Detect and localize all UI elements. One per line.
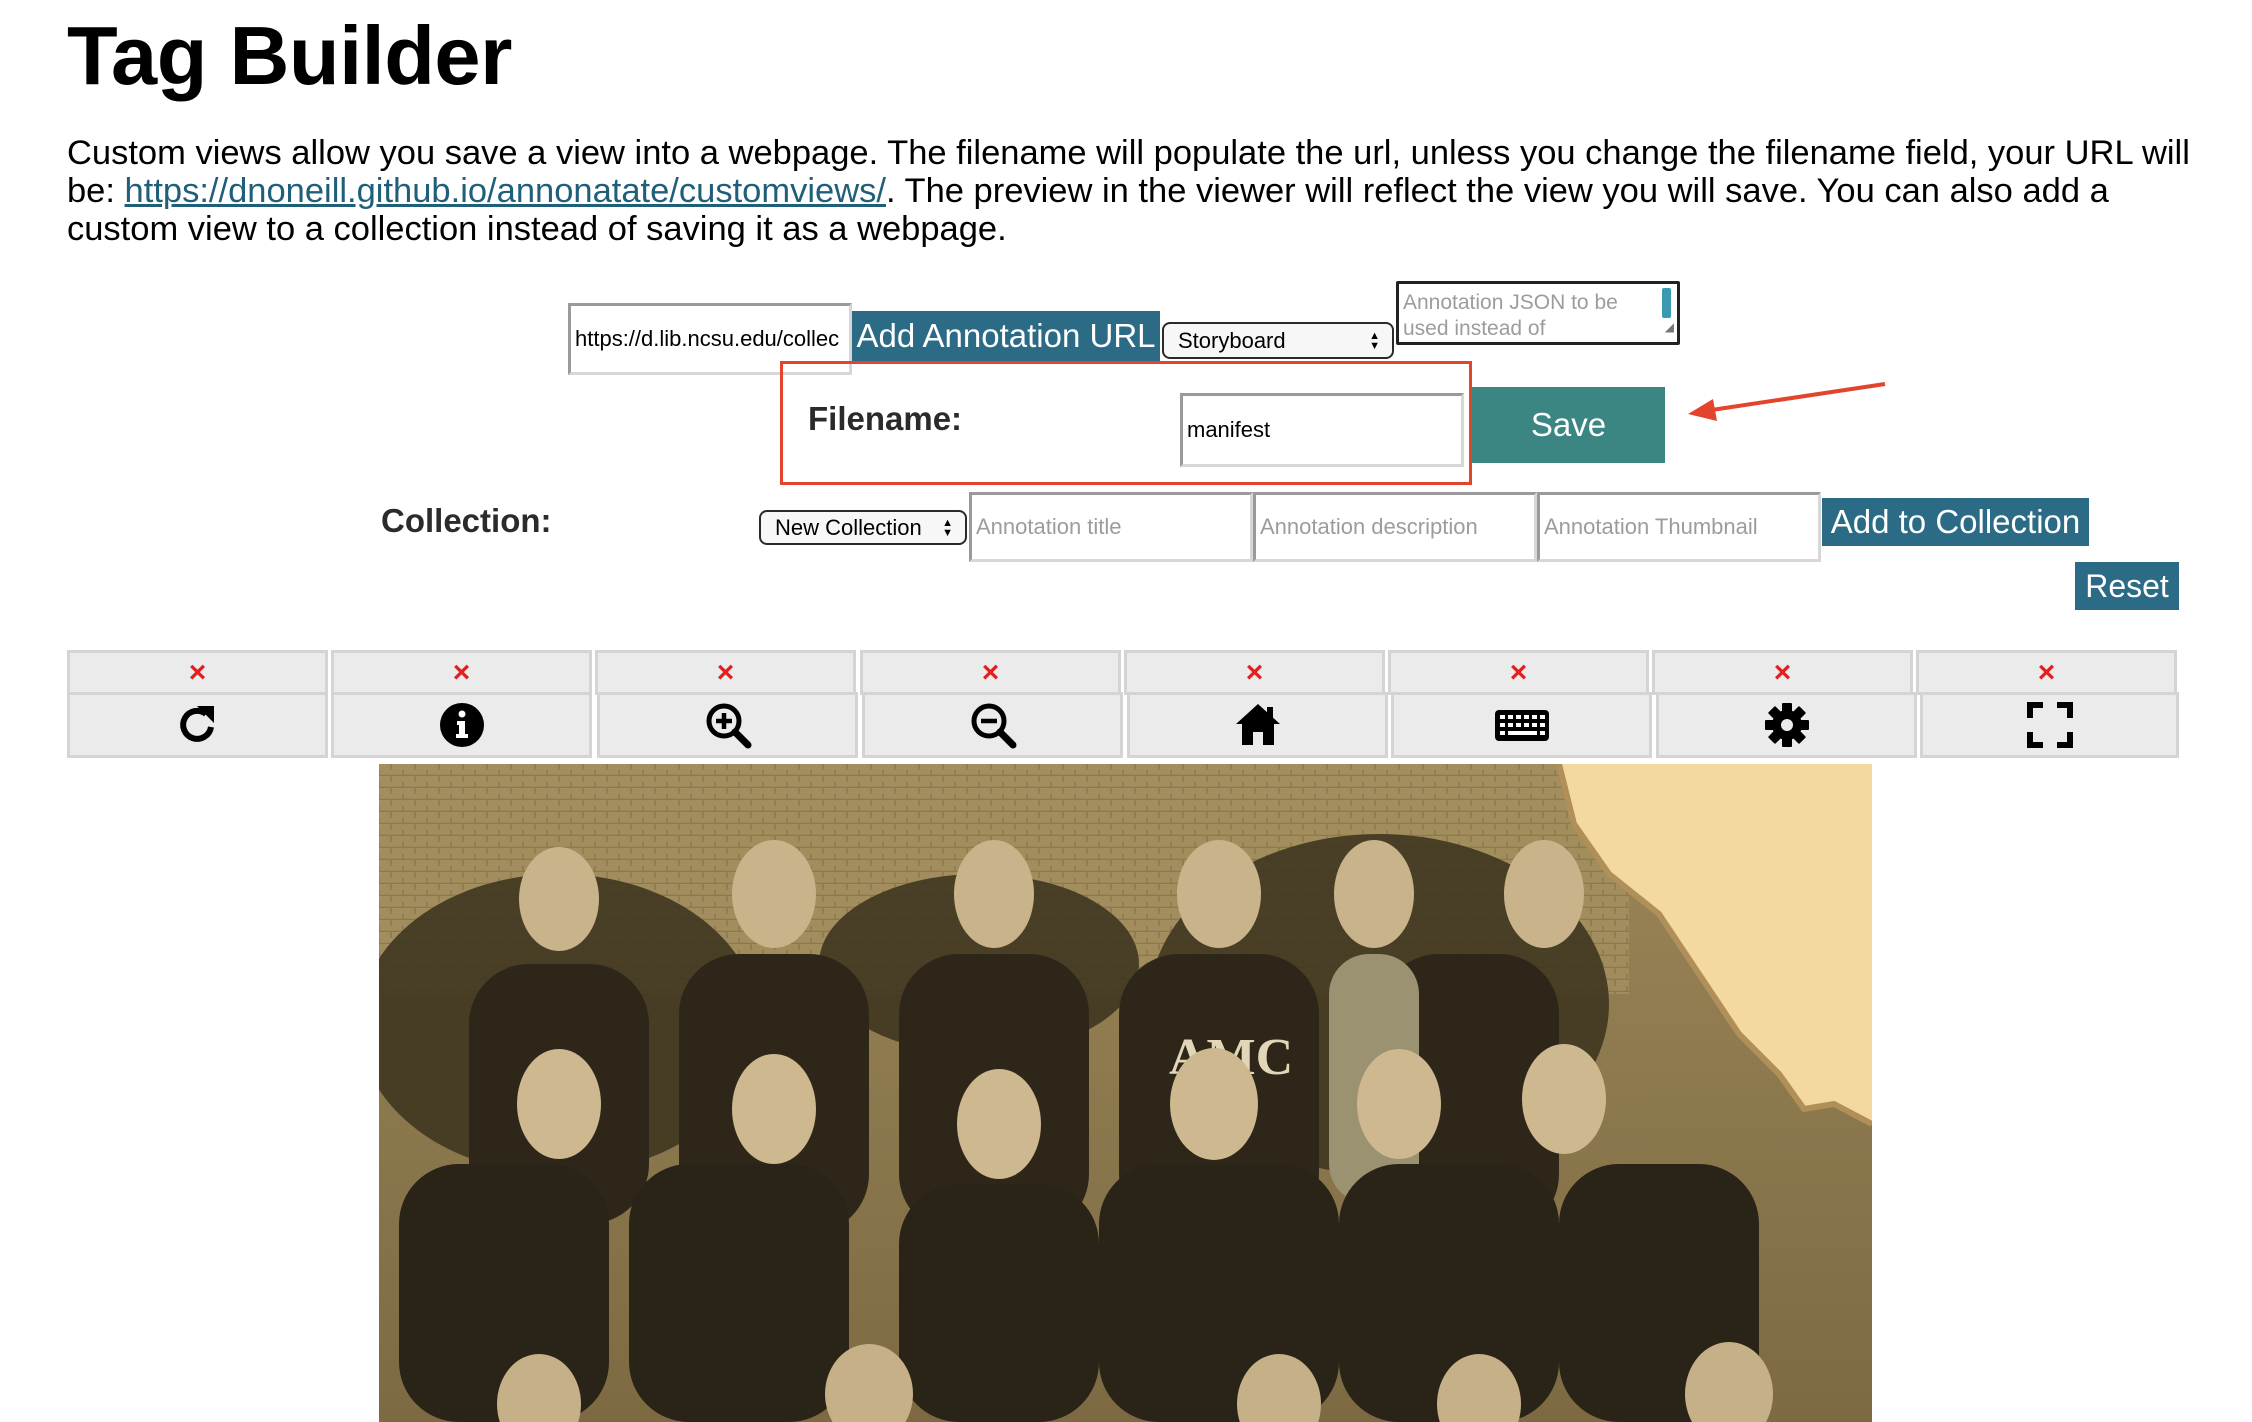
zoom-out-icon <box>971 703 1016 749</box>
annotation-thumbnail-placeholder: Annotation Thumbnail <box>1544 514 1758 539</box>
home-icon <box>1235 704 1280 745</box>
annotation-title-placeholder: Annotation title <box>976 514 1122 539</box>
save-button[interactable]: Save <box>1472 387 1665 463</box>
add-to-collection-button[interactable]: Add to Collection <box>1822 498 2089 546</box>
keyboard-button[interactable] <box>1391 692 1652 758</box>
rotate-button[interactable] <box>67 692 328 758</box>
info-icon <box>439 703 484 747</box>
zoom-in-icon <box>706 703 751 749</box>
reset-button[interactable]: Reset <box>2075 562 2179 610</box>
info-button[interactable] <box>331 692 592 758</box>
annotation-thumbnail-input[interactable]: Annotation Thumbnail <box>1537 492 1821 562</box>
annotation-json-placeholder: Annotation JSON to be used instead of an… <box>1403 291 1618 340</box>
add-annotation-url-button[interactable]: Add Annotation URL <box>852 311 1160 361</box>
gear-icon <box>1764 703 1809 747</box>
filename-label: Filename: <box>808 400 963 437</box>
zoom-out-button[interactable] <box>862 692 1123 758</box>
annotation-url-value: https://d.lib.ncsu.edu/collec <box>575 326 840 351</box>
intro-paragraph: Custom views allow you save a view into … <box>67 134 2217 248</box>
zoom-in-button[interactable] <box>597 692 858 758</box>
collection-select[interactable]: New Collection ▲ ▼ <box>759 510 967 545</box>
red-arrow-icon <box>1688 382 1886 421</box>
remove-info-button[interactable]: × <box>331 650 592 695</box>
remove-fullscreen-button[interactable]: × <box>1916 650 2177 695</box>
layout-select-value: Storyboard <box>1178 327 1286 353</box>
page-title: Tag Builder <box>67 9 512 102</box>
annotation-description-placeholder: Annotation description <box>1260 514 1478 539</box>
remove-home-button[interactable]: × <box>1124 650 1385 695</box>
layout-select[interactable]: Storyboard ▲ ▼ <box>1162 322 1394 359</box>
filename-input[interactable]: manifest <box>1180 393 1464 467</box>
team-photo-image: AMC <box>379 764 1872 1422</box>
filename-value: manifest <box>1187 417 1271 442</box>
annotation-json-textarea[interactable]: Annotation JSON to be used instead of an… <box>1396 281 1680 345</box>
remove-settings-button[interactable]: × <box>1652 650 1913 695</box>
select-arrows-icon: ▲ ▼ <box>942 516 953 539</box>
fullscreen-icon <box>2026 702 2073 748</box>
collection-select-value: New Collection <box>775 514 922 540</box>
viewer-image[interactable]: AMC <box>379 764 1872 1422</box>
remove-keyboard-button[interactable]: × <box>1388 650 1649 695</box>
customviews-link[interactable]: https://dnoneill.github.io/annonatate/cu… <box>125 172 886 210</box>
home-button[interactable] <box>1127 692 1388 758</box>
remove-zoom-out-button[interactable]: × <box>860 650 1121 695</box>
remove-rotate-button[interactable]: × <box>67 650 328 695</box>
annotation-title-input[interactable]: Annotation title <box>969 492 1253 562</box>
collection-label: Collection: <box>381 502 552 539</box>
fullscreen-button[interactable] <box>1920 692 2179 758</box>
annotation-description-input[interactable]: Annotation description <box>1253 492 1537 562</box>
remove-zoom-in-button[interactable]: × <box>595 650 856 695</box>
settings-button[interactable] <box>1656 692 1917 758</box>
select-arrows-icon: ▲ ▼ <box>1369 329 1380 352</box>
resize-handle-icon[interactable]: ◢ <box>1665 314 1674 340</box>
rotate-icon <box>179 706 214 742</box>
keyboard-icon <box>1494 710 1549 741</box>
